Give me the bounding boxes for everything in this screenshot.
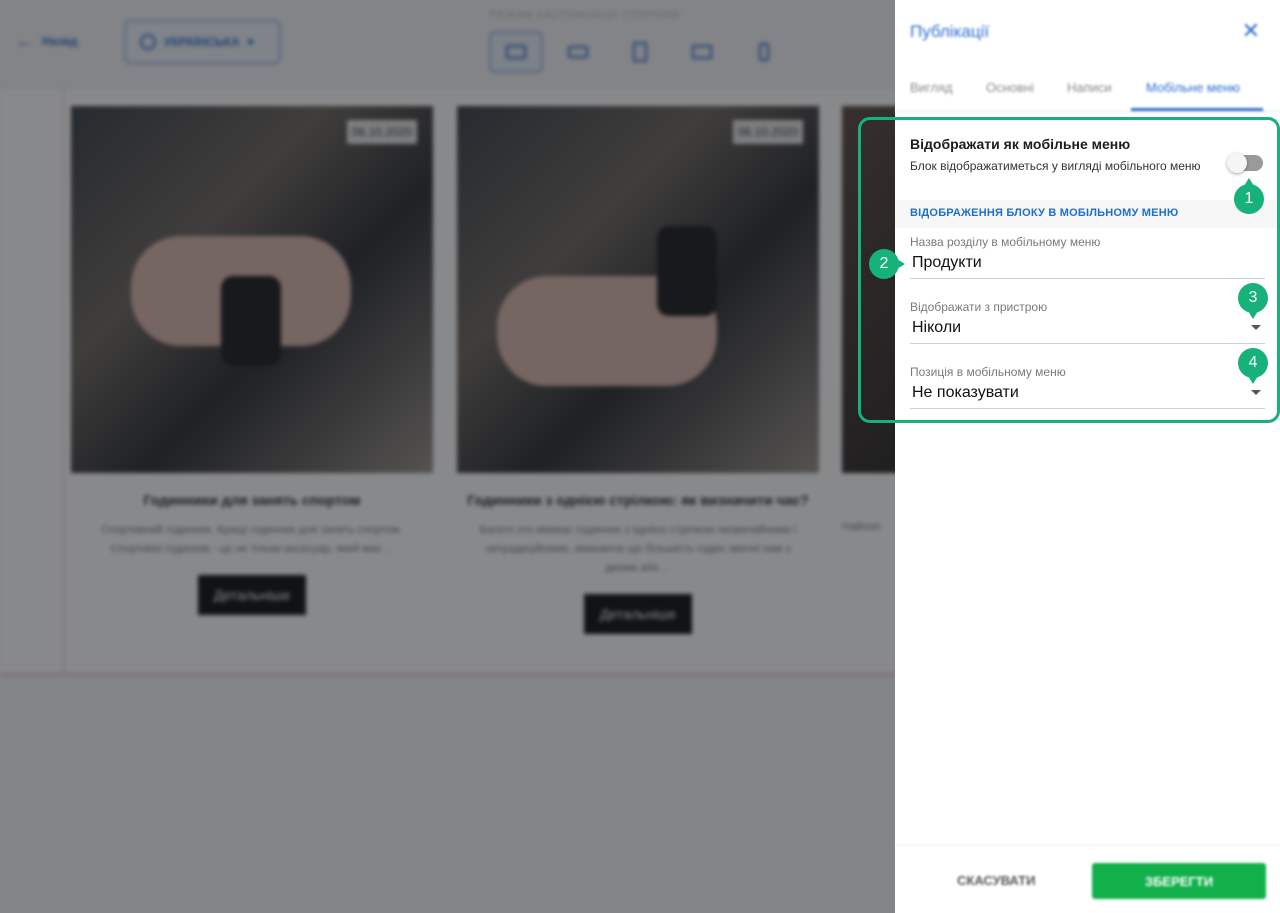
modal-overlay xyxy=(0,0,895,913)
callout-marker-2: 2 xyxy=(869,249,905,279)
panel-tabs: Вигляд Основні Написи Мобільне меню xyxy=(895,68,1280,112)
active-tab-indicator xyxy=(1131,108,1263,111)
panel-title: Публікації xyxy=(910,22,990,41)
tab-captions[interactable]: Написи xyxy=(1067,80,1112,95)
tab-view[interactable]: Вигляд xyxy=(910,80,953,95)
tab-mobile-menu[interactable]: Мобільне меню xyxy=(1146,80,1240,95)
save-button[interactable]: ЗБЕРЕГТИ xyxy=(1092,863,1266,899)
callout-marker-3: 3 xyxy=(1238,283,1268,319)
callout-marker-4: 4 xyxy=(1238,348,1268,384)
close-icon[interactable]: ✕ xyxy=(1242,18,1260,44)
callout-marker-1: 1 xyxy=(1234,178,1264,214)
tab-main[interactable]: Основні xyxy=(986,80,1034,95)
cancel-button[interactable]: СКАСУВАТИ xyxy=(957,873,1035,888)
highlight-frame xyxy=(858,117,1280,423)
panel-footer: СКАСУВАТИ ЗБЕРЕГТИ xyxy=(895,845,1280,913)
page-editor: ← Назад УКРАЇНСЬКА ▾ РЕЖИМ КАСТОМІЗАЦІЇ … xyxy=(0,0,895,913)
